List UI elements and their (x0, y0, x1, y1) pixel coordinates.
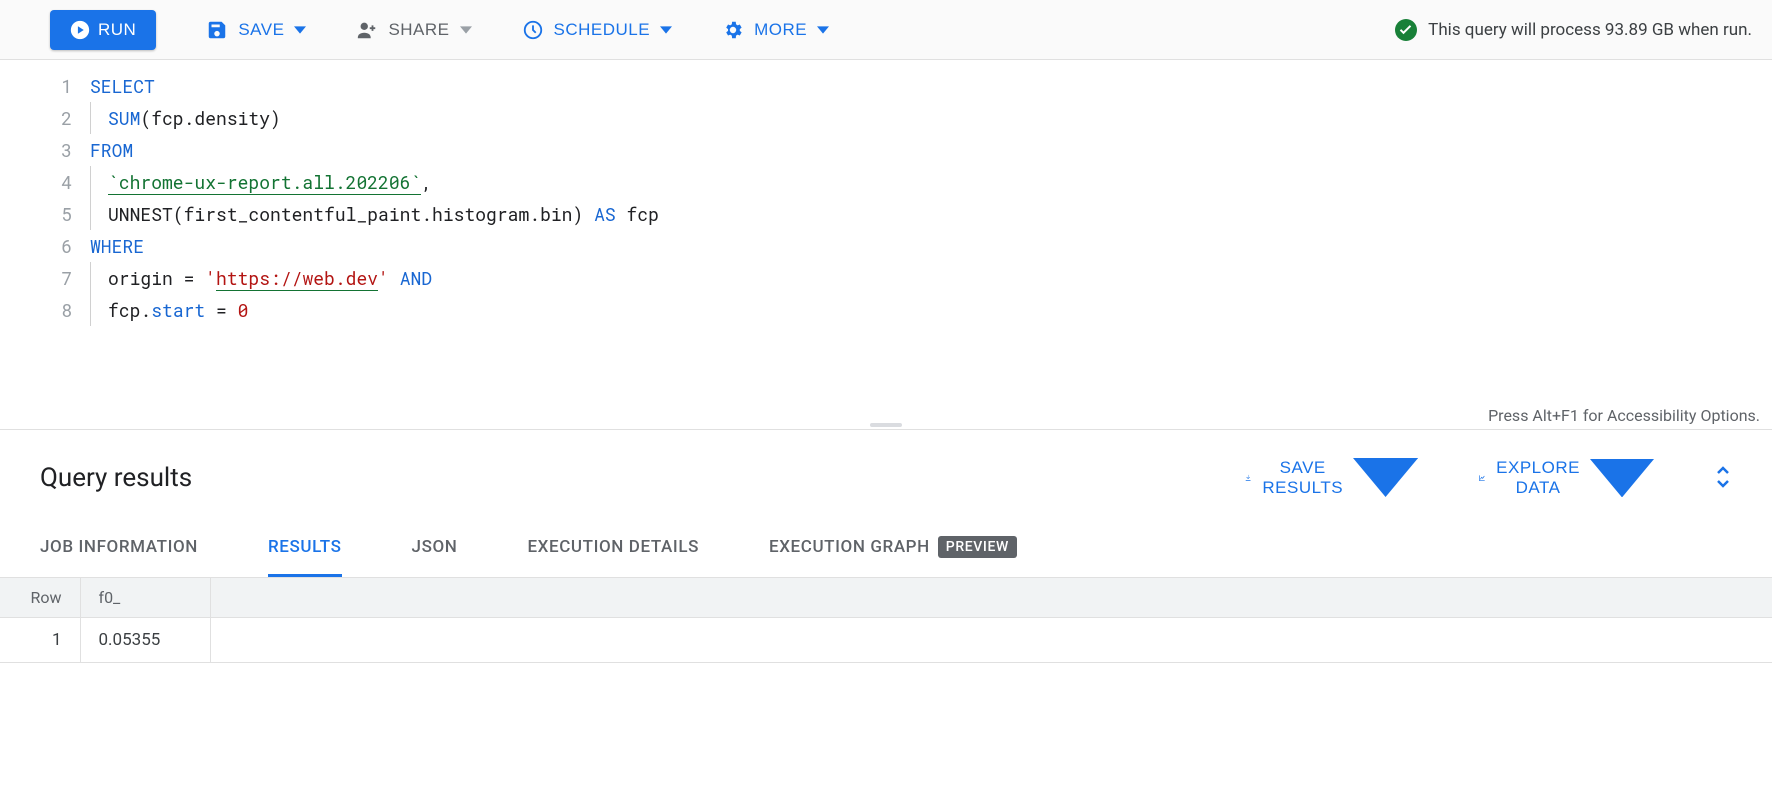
more-label: MORE (754, 20, 807, 40)
gear-icon (722, 19, 744, 41)
tab-execution-details[interactable]: EXECUTION DETAILS (527, 520, 699, 577)
play-icon (70, 20, 90, 40)
line-gutter: 12345678 (0, 60, 90, 336)
run-label: RUN (98, 20, 136, 40)
table-row[interactable]: 10.05355 (0, 618, 1772, 663)
chevron-down-icon (660, 24, 672, 36)
column-header (210, 578, 1772, 618)
tab-execution-graph[interactable]: EXECUTION GRAPH PREVIEW (769, 520, 1017, 577)
table-body: 10.05355 (0, 618, 1772, 663)
column-header: Row (0, 578, 80, 618)
chevron-down-icon (1353, 458, 1418, 497)
results-header: Query results SAVE RESULTS EXPLORE DATA (0, 430, 1772, 520)
chart-icon (1478, 467, 1486, 489)
schedule-label: SCHEDULE (554, 20, 651, 40)
download-icon (1244, 467, 1252, 489)
tab-job-information[interactable]: JOB INFORMATION (40, 520, 198, 577)
clock-icon (522, 19, 544, 41)
query-status: This query will process 93.89 GB when ru… (1394, 18, 1752, 42)
code-area[interactable]: SELECTSUM(fcp.density)FROM`chrome-ux-rep… (90, 60, 1772, 336)
results-tabs: JOB INFORMATION RESULTS JSON EXECUTION D… (0, 520, 1772, 578)
share-label: SHARE (388, 20, 449, 40)
save-icon (206, 19, 228, 41)
query-toolbar: RUN SAVE SHARE SCHEDULE MORE This query … (0, 0, 1772, 60)
run-button[interactable]: RUN (50, 10, 156, 50)
share-icon (356, 19, 378, 41)
results-table: Rowf0_ 10.05355 (0, 578, 1772, 663)
table-header-row: Rowf0_ (0, 578, 1772, 618)
chevron-down-icon (1590, 459, 1654, 497)
results-title: Query results (40, 463, 192, 493)
save-label: SAVE (238, 20, 284, 40)
save-results-button[interactable]: SAVE RESULTS (1244, 458, 1418, 498)
tab-results[interactable]: RESULTS (268, 520, 342, 577)
explore-data-button[interactable]: EXPLORE DATA (1478, 458, 1654, 498)
share-button[interactable]: SHARE (356, 19, 471, 41)
resize-handle[interactable] (870, 423, 902, 427)
schedule-button[interactable]: SCHEDULE (522, 19, 673, 41)
expand-collapse-button[interactable] (1714, 466, 1732, 491)
save-button[interactable]: SAVE (206, 19, 306, 41)
column-header: f0_ (80, 578, 210, 618)
check-circle-icon (1394, 18, 1418, 42)
chevron-down-icon (460, 24, 472, 36)
chevron-down-icon (817, 24, 829, 36)
tab-json[interactable]: JSON (412, 520, 458, 577)
unfold-icon (1714, 466, 1732, 488)
save-results-label: SAVE RESULTS (1262, 458, 1343, 498)
sql-editor[interactable]: 12345678 SELECTSUM(fcp.density)FROM`chro… (0, 60, 1772, 430)
chevron-down-icon (294, 24, 306, 36)
more-button[interactable]: MORE (722, 19, 829, 41)
preview-badge: PREVIEW (938, 536, 1017, 558)
status-text: This query will process 93.89 GB when ru… (1428, 20, 1752, 40)
explore-data-label: EXPLORE DATA (1496, 458, 1580, 498)
editor-hint: Press Alt+F1 for Accessibility Options. (1488, 406, 1760, 425)
